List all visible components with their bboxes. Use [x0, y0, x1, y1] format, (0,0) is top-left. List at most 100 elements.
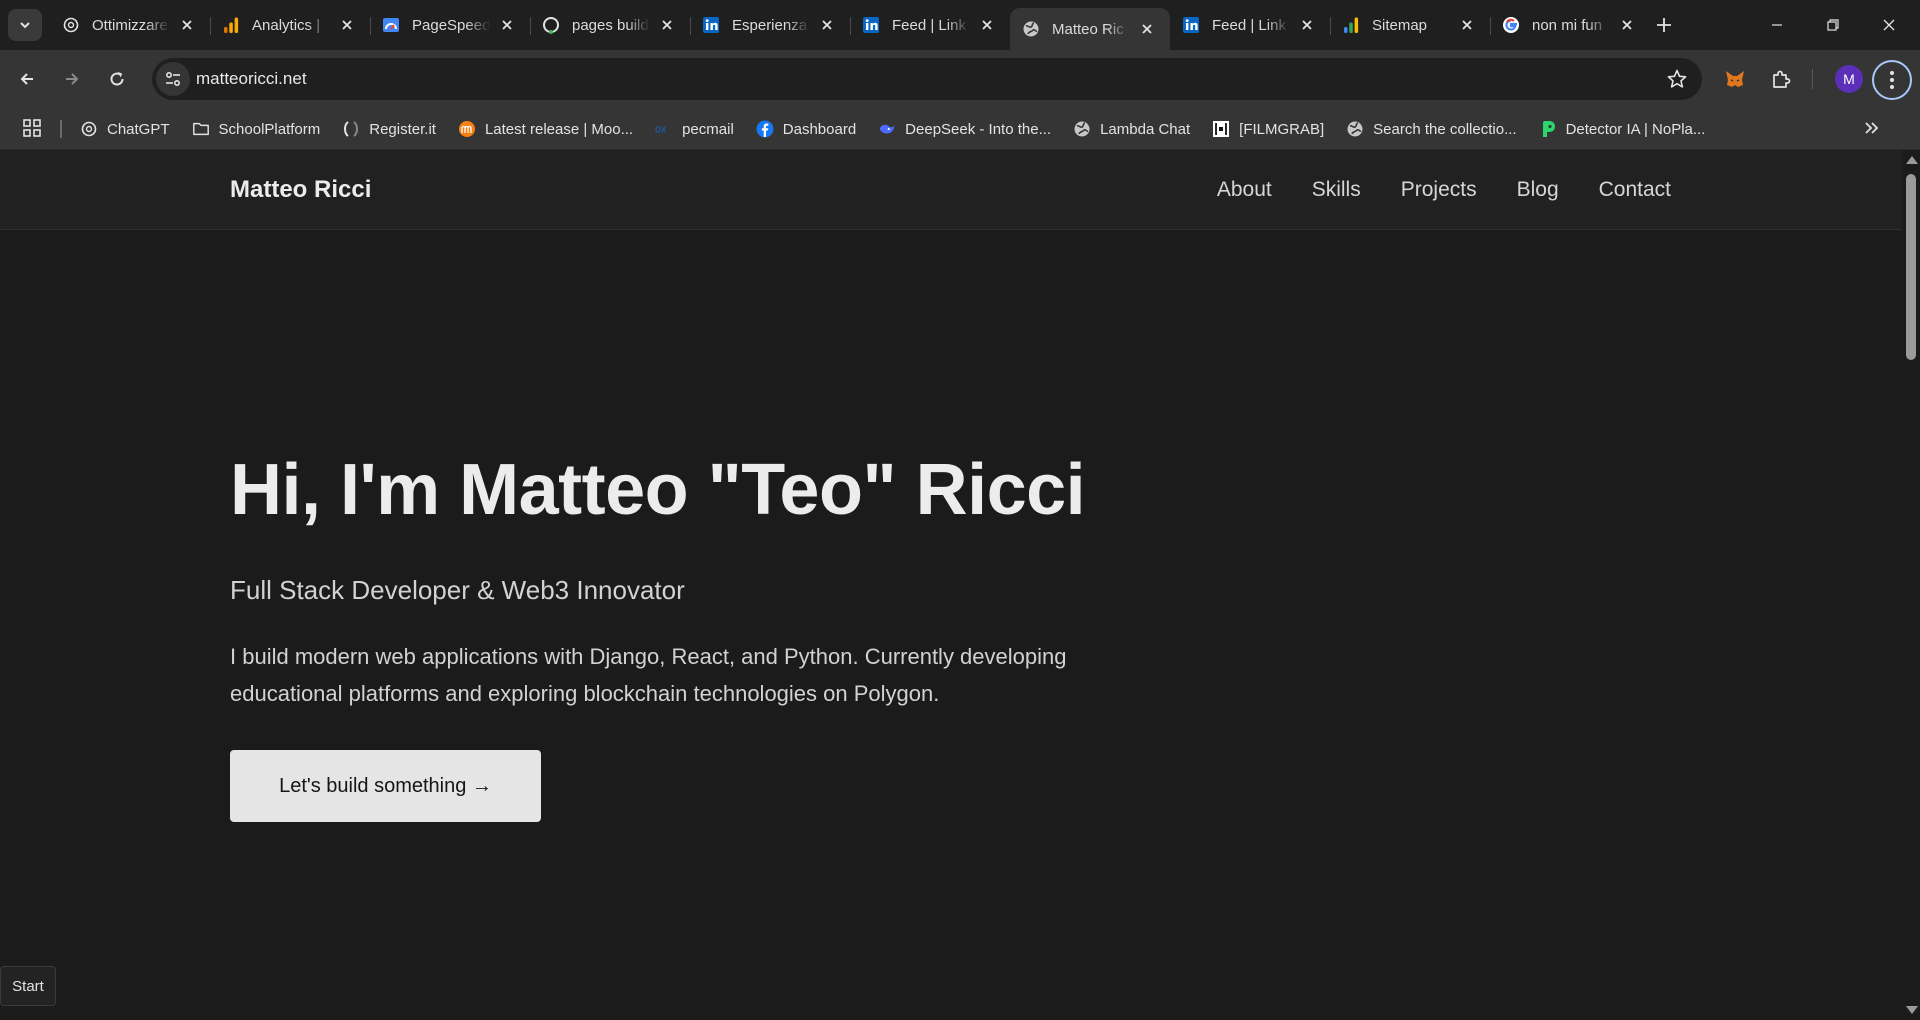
scroll-up-arrow-icon[interactable]	[1906, 156, 1918, 164]
metamask-extension-button[interactable]	[1718, 62, 1752, 96]
github-icon	[542, 16, 560, 34]
bookmark-detector-ia[interactable]: Detector IA | NoPla...	[1539, 120, 1706, 138]
tab[interactable]: non mi fun	[1490, 8, 1650, 42]
bookmark-label: SchoolPlatform	[218, 120, 321, 138]
close-icon[interactable]	[1618, 16, 1636, 34]
tab[interactable]: PageSpeed	[370, 8, 530, 42]
bookmark-schoolplatform[interactable]: SchoolPlatform	[192, 120, 321, 138]
google-icon	[1502, 16, 1520, 34]
tab[interactable]: Ottimizzare	[50, 8, 210, 42]
tab-search-button[interactable]	[8, 9, 42, 41]
filmgrab-icon	[1212, 120, 1230, 138]
fox-icon	[1726, 71, 1744, 87]
bookmark-label: Detector IA | NoPla...	[1565, 120, 1706, 138]
bookmark-list: ChatGPT SchoolPlatform Register.it Lates…	[80, 108, 1727, 150]
scrollbar-thumb[interactable]	[1906, 174, 1916, 360]
reload-button[interactable]	[100, 62, 134, 96]
tab-title: Esperienza	[732, 16, 808, 34]
nav-link-blog[interactable]: Blog	[1517, 178, 1559, 202]
bookmark-label: Register.it	[369, 120, 436, 138]
tab[interactable]: Analytics |	[210, 8, 370, 42]
close-icon[interactable]	[338, 16, 356, 34]
restore-button[interactable]	[1805, 0, 1861, 50]
bookmark-deepseek[interactable]: DeepSeek - Into the...	[878, 120, 1051, 138]
tab-title: Feed | Link	[1212, 16, 1286, 34]
bookmark-label: Dashboard	[782, 120, 857, 138]
toolbar-divider	[1812, 69, 1813, 89]
toolbar: matteoricci.net M	[0, 50, 1920, 108]
bookmark-chatgpt[interactable]: ChatGPT	[80, 120, 170, 138]
arrow-right-icon	[66, 73, 79, 85]
close-icon[interactable]	[658, 16, 676, 34]
analytics-icon	[1342, 16, 1360, 34]
forward-button[interactable]	[55, 62, 89, 96]
close-icon[interactable]	[1138, 20, 1156, 38]
reload-icon	[110, 72, 124, 86]
linkedin-icon	[702, 16, 720, 34]
page-scrollbar[interactable]	[1902, 150, 1920, 1020]
tab-strip: Ottimizzare Analytics | PageSpeed pages …	[0, 0, 1920, 50]
nav-link-projects[interactable]: Projects	[1401, 178, 1477, 202]
close-icon[interactable]	[498, 16, 516, 34]
bookmark-register[interactable]: Register.it	[342, 120, 436, 138]
bookmark-lambda-chat[interactable]: Lambda Chat	[1073, 120, 1190, 138]
nav-link-contact[interactable]: Contact	[1599, 178, 1671, 202]
chevron-double-right-icon[interactable]	[1862, 118, 1882, 143]
openai-icon	[62, 16, 80, 34]
tab-title: Matteo Ric	[1052, 20, 1124, 38]
cta-button[interactable]: Let's build something →	[230, 750, 541, 822]
bookmark-label: Search the collectio...	[1373, 120, 1517, 138]
chrome-menu-button[interactable]	[1872, 60, 1912, 100]
tab-active[interactable]: Matteo Ric	[1010, 8, 1170, 50]
profile-avatar[interactable]: M	[1835, 65, 1863, 93]
openai-icon	[80, 120, 98, 138]
close-icon[interactable]	[818, 16, 836, 34]
globe-icon	[1346, 120, 1364, 138]
tune-icon	[165, 71, 181, 87]
page-viewport: Matteo Ricci About Skills Projects Blog …	[0, 150, 1902, 1020]
back-button[interactable]	[10, 62, 44, 96]
bookmark-label: ChatGPT	[107, 120, 170, 138]
detector-icon	[1539, 120, 1557, 138]
tab[interactable]: pages build	[530, 8, 690, 42]
extensions-button[interactable]	[1764, 62, 1798, 96]
register-icon	[342, 120, 360, 138]
bookmark-dashboard[interactable]: Dashboard	[756, 120, 856, 138]
globe-icon	[1073, 120, 1091, 138]
arrow-left-icon	[20, 73, 33, 85]
nav-link-skills[interactable]: Skills	[1312, 178, 1361, 202]
tab[interactable]: Esperienza	[690, 8, 850, 42]
url-text[interactable]: matteoricci.net	[196, 69, 307, 89]
bookmark-moodle[interactable]: Latest release | Moo...	[458, 120, 633, 138]
tab[interactable]: Feed | Link	[1170, 8, 1330, 42]
new-tab-button[interactable]	[1652, 13, 1676, 37]
tab[interactable]: Feed | Link	[850, 8, 1010, 42]
bookmark-star-icon[interactable]	[1666, 68, 1688, 95]
bookmarks-divider	[60, 120, 62, 138]
close-icon[interactable]	[1458, 16, 1476, 34]
scroll-down-arrow-icon[interactable]	[1906, 1006, 1918, 1014]
bookmark-pecmail[interactable]: DX pecmail	[655, 120, 734, 138]
site-brand-link[interactable]: Matteo Ricci	[230, 176, 371, 204]
minimize-button[interactable]	[1749, 0, 1805, 50]
apps-grid-icon[interactable]	[22, 118, 42, 143]
tab-title: Ottimizzare	[92, 16, 168, 34]
site-nav: About Skills Projects Blog Contact	[1177, 178, 1671, 202]
tab[interactable]: Sitemap	[1330, 8, 1490, 42]
restore-icon	[1827, 19, 1839, 31]
globe-icon	[1022, 20, 1040, 38]
close-window-button[interactable]	[1861, 0, 1917, 50]
close-icon[interactable]	[1298, 16, 1316, 34]
tab-title: pages build	[572, 16, 649, 34]
close-icon[interactable]	[178, 16, 196, 34]
address-bar[interactable]: matteoricci.net	[152, 58, 1702, 100]
bookmark-filmgrab[interactable]: [FILMGRAB]	[1212, 120, 1324, 138]
site-info-button[interactable]	[156, 62, 190, 96]
close-icon[interactable]	[978, 16, 996, 34]
minimize-icon	[1772, 24, 1782, 26]
bookmark-label: Latest release | Moo...	[484, 120, 634, 138]
pecmail-icon: DX	[655, 120, 673, 138]
nav-link-about[interactable]: About	[1217, 178, 1272, 202]
bookmark-search-collection[interactable]: Search the collectio...	[1346, 120, 1517, 138]
linkedin-icon	[862, 16, 880, 34]
